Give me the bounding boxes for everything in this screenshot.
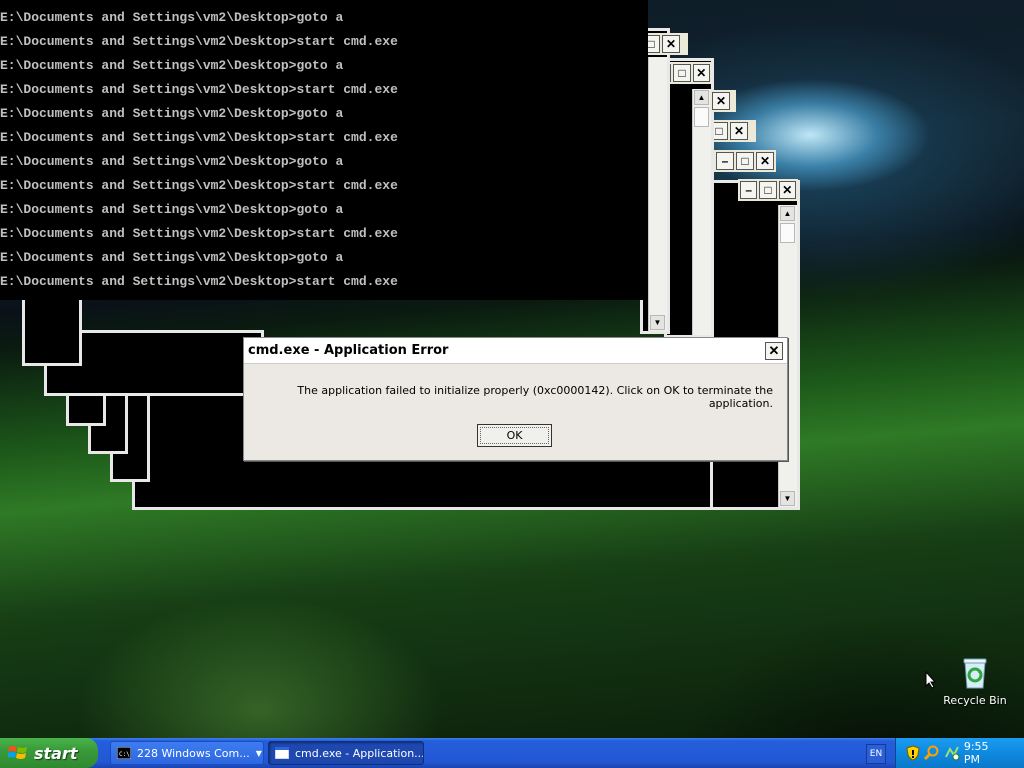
recycle-bin[interactable]: Recycle Bin — [940, 656, 1010, 707]
scroll-down-arrow-icon[interactable]: ▼ — [780, 491, 795, 506]
taskbar-item-application-error[interactable]: cmd.exe - Application... — [268, 741, 424, 765]
search-icon[interactable] — [923, 745, 940, 761]
mouse-cursor-icon — [925, 670, 937, 694]
recycle-bin-label: Recycle Bin — [943, 694, 1007, 707]
start-button[interactable]: start — [0, 738, 98, 768]
console-line: E:\Documents and Settings\vm2\Desktop>go… — [0, 106, 344, 121]
taskbar-item-windows-command[interactable]: C:\ 228 Windows Com... ▼ — [110, 741, 264, 765]
window-icon — [275, 747, 289, 759]
scroll-up-arrow-icon[interactable]: ▲ — [780, 206, 795, 221]
start-label: start — [34, 743, 78, 763]
cmd-icon: C:\ — [117, 747, 131, 759]
close-icon[interactable]: ✕ — [730, 122, 748, 140]
minimize-icon[interactable]: – — [740, 181, 758, 199]
dialog-titlebar[interactable]: cmd.exe - Application Error ✕ — [244, 338, 787, 364]
console-output[interactable]: E:\Documents and Settings\vm2\Desktop>go… — [0, 0, 648, 300]
console-window-4[interactable] — [66, 392, 106, 426]
close-icon[interactable]: ✕ — [778, 181, 796, 199]
window-controls-4: – □ ✕ — [738, 179, 798, 201]
window-controls-2: □ ✕ — [708, 120, 756, 142]
close-icon[interactable]: ✕ — [692, 64, 710, 82]
console-line: E:\Documents and Settings\vm2\Desktop>go… — [0, 58, 344, 73]
error-message: The application failed to initialize pro… — [297, 384, 773, 410]
minimize-icon[interactable]: – — [716, 152, 734, 170]
console-line: E:\Documents and Settings\vm2\Desktop>st… — [0, 178, 398, 193]
security-shield-icon[interactable] — [906, 745, 920, 761]
scroll-up-arrow-icon[interactable]: ▲ — [694, 90, 709, 105]
close-icon[interactable]: ✕ — [662, 35, 680, 53]
dialog-title: cmd.exe - Application Error — [248, 343, 449, 358]
window-controls-1: ✕ — [710, 90, 736, 112]
ok-button[interactable]: OK — [477, 424, 552, 447]
maximize-icon[interactable]: □ — [673, 64, 691, 82]
taskbar-item-label: cmd.exe - Application... — [295, 746, 424, 760]
console-line: E:\Documents and Settings\vm2\Desktop>st… — [0, 274, 398, 289]
console-line: E:\Documents and Settings\vm2\Desktop>st… — [0, 130, 398, 145]
clock[interactable]: 9:55 PM — [964, 740, 1008, 766]
scrollbar[interactable]: ▼ — [648, 57, 667, 331]
system-tray: 9:55 PM — [895, 738, 1024, 768]
network-icon[interactable] — [944, 745, 960, 761]
svg-text:C:\: C:\ — [119, 751, 130, 758]
taskbar-item-label: 228 Windows Com... — [137, 746, 250, 760]
maximize-icon[interactable]: □ — [759, 181, 777, 199]
console-line: E:\Documents and Settings\vm2\Desktop>go… — [0, 154, 344, 169]
console-line: E:\Documents and Settings\vm2\Desktop>st… — [0, 226, 398, 241]
language-indicator[interactable]: EN — [866, 744, 886, 764]
maximize-icon[interactable]: □ — [736, 152, 754, 170]
console-window-2[interactable] — [22, 296, 82, 366]
close-icon[interactable]: ✕ — [712, 92, 730, 110]
console-window-right-1[interactable]: ▲ — [664, 58, 714, 338]
console-line: E:\Documents and Settings\vm2\Desktop>st… — [0, 34, 398, 49]
console-line: E:\Documents and Settings\vm2\Desktop>go… — [0, 250, 344, 265]
scrollbar[interactable]: ▲ — [692, 89, 711, 335]
console-line: E:\Documents and Settings\vm2\Desktop>st… — [0, 82, 398, 97]
window-controls-3: – □ ✕ — [714, 150, 776, 172]
scroll-thumb[interactable] — [780, 223, 795, 243]
windows-logo-icon — [8, 746, 27, 759]
console-line: E:\Documents and Settings\vm2\Desktop>go… — [0, 10, 344, 25]
close-icon[interactable]: ✕ — [756, 152, 774, 170]
application-error-dialog: cmd.exe - Application Error ✕ The applic… — [243, 337, 788, 461]
chevron-down-icon: ▼ — [255, 748, 262, 758]
close-icon[interactable]: ✕ — [765, 341, 783, 360]
recycle-bin-icon — [961, 656, 989, 690]
console-line: E:\Documents and Settings\vm2\Desktop>go… — [0, 202, 344, 217]
scroll-down-arrow-icon[interactable]: ▼ — [650, 315, 665, 330]
scroll-thumb[interactable] — [694, 107, 709, 127]
